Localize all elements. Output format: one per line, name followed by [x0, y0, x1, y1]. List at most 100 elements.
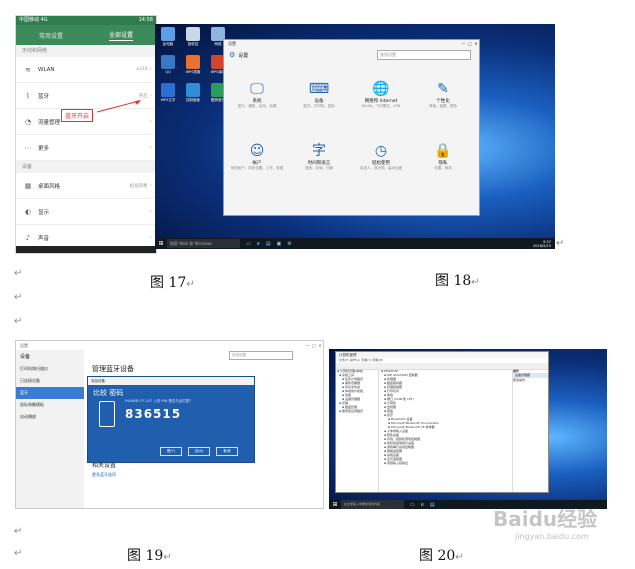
- tree-node-label: 服务和应用程序: [342, 409, 364, 413]
- settings-row[interactable]: ◐ 显示 ›: [16, 199, 156, 225]
- caption-fig18: 图 18↵: [435, 273, 480, 289]
- settings-search-input[interactable]: 查找设置: [229, 351, 293, 360]
- dialog-heading: 比较 密码: [93, 389, 124, 397]
- chevron-right-icon: ›: [149, 234, 152, 241]
- para-mark: ↵: [471, 277, 480, 288]
- settings-task-icon[interactable]: ⚙: [287, 241, 291, 247]
- taskbar-clock: 9:37 2016/5/15: [533, 240, 555, 248]
- sidebar-item[interactable]: 已连接设备: [16, 375, 84, 387]
- device-tree-item[interactable]: ▪ 音频输入和输出: [380, 461, 510, 465]
- chevron-right-icon: ›: [149, 182, 152, 189]
- window-controls[interactable]: — □ ✕: [306, 341, 324, 350]
- category-description: WLAN、飞行模式、VPN: [361, 104, 401, 108]
- sidebar-item[interactable]: 蓝牙: [16, 387, 84, 399]
- category-description: 背景、锁屏、颜色: [429, 104, 457, 108]
- settings-row[interactable]: ▦ 桌面风格 标准风格 ›: [16, 173, 156, 199]
- network-icon: 🌐: [372, 81, 390, 97]
- desktop-icon-label: 此电脑: [162, 42, 174, 46]
- ease-of-access-icon: ◷: [374, 143, 388, 159]
- wifi-icon: ≋: [25, 65, 31, 74]
- devices-icon: ⌨: [308, 81, 330, 97]
- row-label: 显示: [38, 209, 50, 216]
- desktop-icon[interactable]: QQ: [157, 55, 179, 74]
- settings-category[interactable]: ⌨ 设备 蓝牙、打印机、鼠标: [290, 80, 348, 109]
- actions-more[interactable]: 更多操作: [513, 378, 548, 382]
- edge-icon[interactable]: e: [257, 241, 260, 247]
- explorer-icon[interactable]: ▤: [266, 241, 271, 247]
- row-label: 更多: [38, 145, 50, 152]
- no-button[interactable]: 否(N): [188, 447, 210, 456]
- desktop-icon[interactable]: WPS文字: [157, 83, 179, 103]
- edge-icon[interactable]: e: [421, 502, 424, 508]
- desktop-icon[interactable]: WPS表格: [182, 55, 204, 75]
- dialog-title: 添加设备: [88, 377, 254, 385]
- pairing-dialog: 添加设备 比较 密码 HUAWEI P7-L07 上的 PIN 是否与此匹配? …: [87, 376, 255, 463]
- settings-category[interactable]: 字时间和语言 语音、区域、日期: [290, 142, 348, 171]
- settings-row[interactable]: ⋯ 更多 ›: [16, 135, 156, 161]
- windows-start-icon[interactable]: ⊞: [329, 501, 341, 508]
- gear-icon: ⚙: [229, 51, 236, 59]
- store-icon[interactable]: ▣: [277, 241, 282, 247]
- phone-status-bar: 中国移动 4G 14:58: [16, 16, 156, 25]
- settings-category[interactable]: 🖵 系统 显示、通知、应用、电源: [228, 80, 286, 109]
- explorer-icon[interactable]: ▤: [430, 502, 435, 508]
- phone-icon: [99, 401, 115, 427]
- tab-common-settings[interactable]: 常用设置: [39, 31, 63, 40]
- para-mark: ↵: [556, 238, 565, 249]
- chevron-right-icon: ›: [149, 92, 152, 99]
- caption-fig17: 图 17↵: [150, 275, 195, 291]
- settings-category[interactable]: 🔒 隐私 位置、相机: [414, 142, 472, 171]
- sidebar-item[interactable]: 打印机和扫描仪: [16, 363, 84, 375]
- desktop-style-icon: ▦: [24, 181, 32, 190]
- chevron-right-icon: ›: [149, 144, 152, 151]
- category-description: 你的帐户、同步设置、工作、家庭: [230, 166, 284, 170]
- sidebar-item[interactable]: 自动播放: [16, 411, 84, 423]
- settings-sidebar: 设备 打印机和扫描仪 已连接设备 蓝牙 鼠标和触摸板 自动播放: [16, 350, 84, 508]
- settings-search-input[interactable]: 查找设置: [377, 50, 471, 60]
- accounts-icon: ☺: [249, 143, 265, 159]
- chevron-right-icon: ›: [149, 118, 152, 125]
- sidebar-item[interactable]: 鼠标和触摸板: [16, 399, 84, 411]
- more-bluetooth-options-link[interactable]: 更多蓝牙选项: [92, 472, 116, 478]
- desktop-icon[interactable]: 回收站: [182, 27, 204, 47]
- device-node-label: 音频输入和输出: [387, 461, 409, 465]
- devmgr-device-tree: ▪ DESKTOP ▪ IDE ATA/ATAPI 控制器 ▪ 处理器 ▪ 磁盘驱动器…: [380, 369, 510, 492]
- settings-category[interactable]: ◷ 轻松使用 讲述人、放大镜、高对比度: [352, 142, 410, 171]
- data-usage-icon: ◔: [24, 117, 32, 126]
- para-mark: ↵: [14, 292, 23, 303]
- desktop-icon[interactable]: 此电脑: [157, 27, 179, 47]
- taskbar-search[interactable]: 在这里输入你要搜索的内容: [341, 500, 404, 509]
- category-description: 语音、区域、日期: [305, 166, 333, 170]
- desktop-icon[interactable]: 控制面板: [182, 83, 204, 103]
- settings-category[interactable]: ☺ 帐户 你的帐户、同步设置、工作、家庭: [228, 142, 286, 171]
- row-label: 声音: [38, 235, 50, 242]
- display-icon: ◐: [24, 207, 32, 216]
- windows-start-icon[interactable]: ⊞: [155, 240, 167, 247]
- taskbar-search[interactable]: 搜索 Web 和 Windows: [167, 239, 240, 248]
- desktop-icon-label: QQ: [165, 70, 171, 74]
- window-controls[interactable]: — □ ✕: [462, 40, 480, 48]
- tab-all-settings[interactable]: 全部设置: [108, 30, 133, 41]
- settings-row[interactable]: ≋ WLAN a310 ›: [16, 57, 156, 83]
- row-label: 桌面风格: [38, 183, 61, 190]
- time-language-icon: 字: [312, 143, 326, 159]
- settings-category[interactable]: ✎ 个性化 背景、锁屏、颜色: [414, 80, 472, 109]
- task-view-icon[interactable]: ▭: [246, 241, 251, 247]
- bluetooth-on-callout: 蓝牙开启: [61, 109, 94, 122]
- desktop-icon-image: [186, 55, 200, 69]
- settings-window: 设置 — □ ✕ ⚙ 设置 查找设置 🖵 系统 显示、通知、应用、电源 ⌨ 设备 蓝牙、打…: [223, 39, 480, 216]
- row-label: 流量管理: [38, 119, 61, 126]
- yes-button[interactable]: 是(Y): [160, 447, 182, 456]
- main-title: 管理蓝牙设备: [92, 365, 134, 373]
- caption-fig19: 图 19↵: [127, 548, 172, 564]
- settings-category[interactable]: 🌐 网络和 Internet WLAN、飞行模式、VPN: [352, 80, 410, 109]
- category-description: 讲述人、放大镜、高对比度: [360, 166, 402, 170]
- row-value: 标准风格: [129, 183, 148, 189]
- task-view-icon[interactable]: ▭: [410, 502, 415, 508]
- desktop-icon-image: [161, 27, 175, 41]
- category-description: 显示、通知、应用、电源: [237, 104, 277, 108]
- para-mark: ↵: [14, 526, 23, 537]
- cancel-button[interactable]: 取消: [216, 447, 238, 456]
- settings-header: 设置: [238, 52, 249, 59]
- left-tree-item[interactable]: ▪ 服务和应用程序: [336, 409, 378, 413]
